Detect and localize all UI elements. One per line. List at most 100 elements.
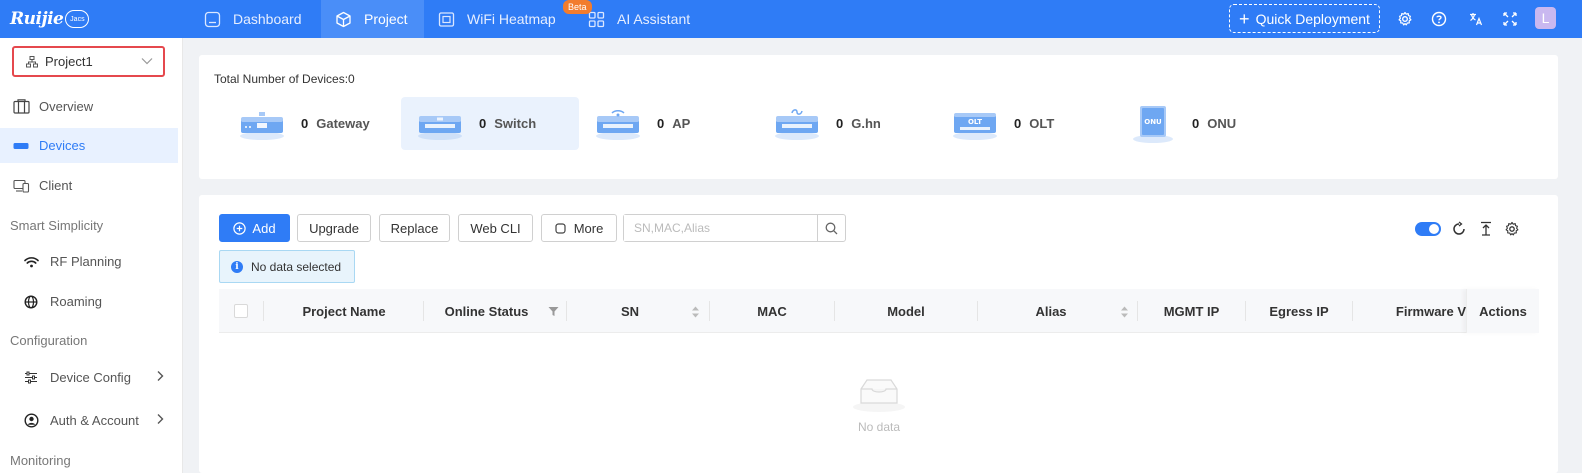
switch-icon: [418, 115, 462, 140]
client-icon: [13, 179, 31, 193]
add-button[interactable]: Add: [219, 214, 290, 242]
more-label: More: [573, 220, 604, 236]
device-type-gateway[interactable]: 0 Gateway: [223, 97, 401, 150]
user-circle-icon: [24, 413, 42, 428]
device-type-ghn[interactable]: 0 G.hn: [758, 97, 936, 150]
selection-info-text: No data selected: [251, 259, 342, 274]
device-type-switch[interactable]: 0 Switch: [401, 97, 579, 150]
sidebar-item-rf-planning[interactable]: RF Planning: [0, 244, 178, 279]
sidebar-item-auth-account-label: Auth & Account: [50, 413, 139, 428]
device-type-olt[interactable]: OLT 0 OLT: [936, 97, 1114, 150]
plus-circle-icon: [233, 221, 247, 235]
settings-icon[interactable]: [1395, 9, 1415, 29]
avatar[interactable]: L: [1535, 7, 1556, 29]
sidebar: Project1 Overview Devices Client Smart S…: [0, 38, 183, 473]
top-navigation-bar: Ruijie Jacs Dashboard Project WiFi Heatm…: [0, 0, 1582, 38]
ap-icon: [596, 109, 640, 140]
overview-icon: [13, 99, 31, 114]
nav-dashboard[interactable]: Dashboard: [190, 0, 321, 38]
nav-project[interactable]: Project: [321, 0, 424, 38]
wifi-icon: [24, 256, 42, 268]
sidebar-item-rf-planning-label: RF Planning: [50, 254, 122, 269]
project-selector[interactable]: Project1: [12, 46, 165, 77]
column-firmware-version[interactable]: Firmware V: [1353, 289, 1466, 333]
web-cli-button[interactable]: Web CLI: [458, 214, 533, 242]
fullscreen-icon[interactable]: [1500, 9, 1520, 29]
more-button[interactable]: More: [541, 214, 617, 242]
sidebar-item-client-label: Client: [39, 178, 73, 193]
logo-badge: Jacs: [65, 10, 90, 28]
device-table-card: Add Upgrade Replace Web CLI More i No da…: [199, 195, 1558, 473]
column-mac[interactable]: MAC: [710, 289, 834, 333]
column-sn[interactable]: SN: [567, 289, 693, 333]
column-mgmt-ip[interactable]: MGMT IP: [1138, 289, 1245, 333]
replace-button[interactable]: Replace: [379, 214, 450, 242]
export-icon[interactable]: [1478, 221, 1494, 237]
sidebar-item-overview[interactable]: Overview: [0, 89, 178, 124]
onu-count: 0: [1192, 116, 1200, 131]
sidebar-item-devices[interactable]: Devices: [0, 128, 178, 163]
column-model[interactable]: Model: [835, 289, 977, 333]
ap-count: 0: [657, 116, 665, 131]
sort-icon[interactable]: [1120, 306, 1129, 318]
sidebar-item-auth-account[interactable]: Auth & Account: [0, 403, 178, 438]
quick-deployment-label: Quick Deployment: [1255, 10, 1370, 27]
help-icon[interactable]: [1429, 9, 1449, 29]
language-icon[interactable]: [1466, 9, 1486, 29]
refresh-icon[interactable]: [1451, 221, 1467, 237]
view-toggle-switch[interactable]: [1415, 222, 1441, 236]
nav-wifi-heatmap-label: WiFi Heatmap: [467, 11, 556, 27]
globe-icon: [24, 294, 42, 309]
device-type-onu[interactable]: ONU 0 ONU: [1114, 97, 1292, 150]
sidebar-item-roaming-label: Roaming: [50, 294, 103, 309]
column-online-status[interactable]: Online Status: [424, 289, 549, 333]
sort-icon[interactable]: [691, 306, 700, 318]
search-box: [623, 214, 846, 242]
nav-wifi-heatmap[interactable]: WiFi Heatmap: [424, 0, 574, 38]
column-settings-icon[interactable]: [1504, 221, 1520, 237]
olt-count: 0: [1014, 116, 1022, 131]
sidebar-item-client[interactable]: Client: [0, 168, 178, 203]
section-configuration: Configuration: [10, 333, 88, 348]
gateway-label: Gateway: [316, 116, 370, 131]
chevron-right-icon: [157, 371, 164, 381]
filter-icon[interactable]: [548, 306, 559, 317]
more-box-icon: [555, 222, 566, 234]
beta-badge: Beta: [563, 0, 592, 14]
column-project-name[interactable]: Project Name: [264, 289, 424, 333]
select-all-checkbox[interactable]: [234, 304, 248, 318]
onu-icon: ONU: [1133, 105, 1173, 143]
empty-state: No data: [849, 375, 909, 434]
ruijie-logo[interactable]: Ruijie Jacs: [10, 7, 90, 31]
gateway-count: 0: [301, 116, 309, 131]
column-actions: Actions: [1466, 289, 1539, 333]
sidebar-item-roaming[interactable]: Roaming: [0, 284, 178, 319]
sliders-icon: [24, 371, 42, 384]
gateway-icon: [240, 111, 284, 140]
olt-label: OLT: [1029, 116, 1055, 131]
switch-label: Switch: [494, 116, 537, 131]
search-input[interactable]: [624, 215, 818, 241]
device-type-ap[interactable]: 0 AP: [579, 97, 757, 150]
project-tree-icon: [26, 55, 38, 67]
nav-dashboard-label: Dashboard: [233, 11, 302, 27]
section-monitoring: Monitoring: [10, 453, 71, 468]
nav-ai-assistant[interactable]: AI Assistant: [574, 0, 704, 38]
quick-deployment-button[interactable]: + Quick Deployment: [1229, 4, 1380, 33]
devices-icon: [13, 141, 31, 151]
search-button[interactable]: [817, 215, 845, 241]
upgrade-button[interactable]: Upgrade: [297, 214, 371, 242]
sidebar-item-device-config-label: Device Config: [50, 370, 131, 385]
olt-icon: OLT: [953, 112, 997, 140]
column-egress-ip[interactable]: Egress IP: [1246, 289, 1352, 333]
chevron-down-icon: [141, 58, 153, 65]
svg-text:OLT: OLT: [968, 118, 982, 126]
search-icon: [825, 222, 838, 234]
selection-info-alert: i No data selected: [219, 250, 355, 283]
chevron-right-icon: [157, 414, 164, 424]
info-icon: i: [231, 260, 243, 273]
column-alias[interactable]: Alias: [978, 289, 1124, 333]
sidebar-item-device-config[interactable]: Device Config: [0, 360, 178, 395]
table-header: Project Name Online Status SN MAC Model …: [219, 289, 1539, 333]
ghn-count: 0: [836, 116, 844, 131]
